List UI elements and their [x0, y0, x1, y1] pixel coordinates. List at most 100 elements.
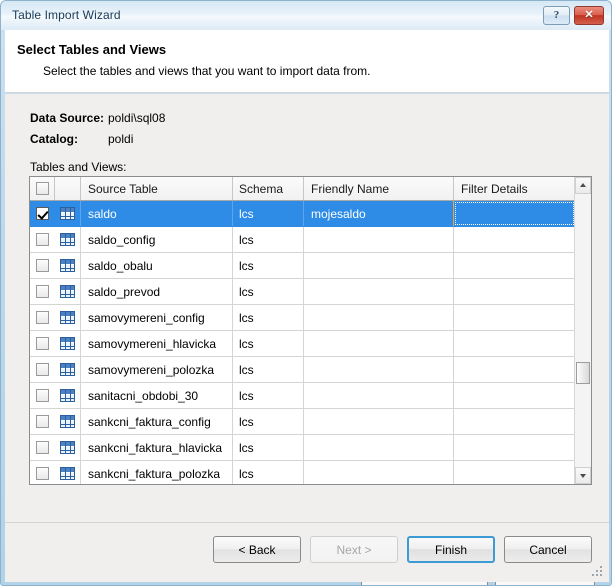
row-checkbox-cell[interactable]	[30, 253, 55, 278]
schema-cell[interactable]: lcs	[233, 409, 304, 434]
finish-button[interactable]: Finish	[407, 536, 495, 563]
friendly-name-cell[interactable]: mojesaldo	[304, 201, 454, 226]
source-table-cell[interactable]: saldo_obalu	[81, 253, 233, 278]
friendly-name-cell[interactable]	[304, 331, 454, 356]
source-table-cell[interactable]: saldo_prevod	[81, 279, 233, 304]
source-table-cell[interactable]: sankcni_faktura_polozka	[81, 461, 233, 484]
filter-details-cell[interactable]	[454, 409, 575, 434]
table-row[interactable]: saldo_obalu lcs	[30, 253, 575, 279]
row-checkbox[interactable]	[36, 363, 49, 376]
friendly-name-cell[interactable]	[304, 227, 454, 252]
resize-grip[interactable]	[592, 566, 604, 578]
source-table-cell[interactable]: sankcni_faktura_config	[81, 409, 233, 434]
row-checkbox[interactable]	[36, 311, 49, 324]
select-all-checkbox[interactable]	[35, 182, 49, 195]
friendly-name-cell[interactable]	[304, 383, 454, 408]
source-table-cell[interactable]: samovymereni_polozka	[81, 357, 233, 382]
catalog-value: poldi	[108, 132, 134, 146]
schema-cell[interactable]: lcs	[233, 279, 304, 304]
table-row[interactable]: sankcni_faktura_hlavicka lcs	[30, 435, 575, 461]
schema-cell[interactable]: lcs	[233, 461, 304, 484]
row-icon-cell	[55, 227, 81, 252]
friendly-name-cell[interactable]	[304, 461, 454, 484]
table-row[interactable]: samovymereni_polozka lcs	[30, 357, 575, 383]
row-checkbox-cell[interactable]	[30, 409, 55, 434]
table-row[interactable]: saldo_config lcs	[30, 227, 575, 253]
filter-details-cell[interactable]	[454, 435, 575, 460]
friendly-name-cell[interactable]	[304, 357, 454, 382]
row-checkbox[interactable]	[36, 337, 49, 350]
select-all-checkbox-cell[interactable]	[30, 177, 55, 200]
filter-details-cell[interactable]	[454, 383, 575, 408]
row-icon-cell	[55, 253, 81, 278]
column-header-friendly-name[interactable]: Friendly Name	[304, 177, 454, 200]
source-table-cell[interactable]: saldo_config	[81, 227, 233, 252]
filter-details-cell[interactable]	[454, 253, 575, 278]
title-bar[interactable]: Table Import Wizard ? ✕	[1, 1, 611, 30]
row-checkbox[interactable]	[36, 233, 49, 246]
table-row[interactable]: saldo_prevod lcs	[30, 279, 575, 305]
friendly-name-cell[interactable]	[304, 435, 454, 460]
source-table-cell[interactable]: sanitacni_obdobi_30	[81, 383, 233, 408]
friendly-name-cell[interactable]	[304, 279, 454, 304]
filter-details-cell[interactable]	[454, 227, 575, 252]
table-icon	[60, 389, 75, 402]
row-checkbox[interactable]	[36, 285, 49, 298]
schema-cell[interactable]: lcs	[233, 227, 304, 252]
row-checkbox-cell[interactable]	[30, 227, 55, 252]
filter-details-cell[interactable]	[454, 201, 575, 226]
scroll-up-arrow-icon[interactable]	[575, 177, 591, 194]
row-checkbox-cell[interactable]	[30, 435, 55, 460]
friendly-name-cell[interactable]	[304, 409, 454, 434]
row-checkbox[interactable]	[36, 441, 49, 454]
row-checkbox[interactable]	[36, 207, 49, 220]
row-checkbox-cell[interactable]	[30, 331, 55, 356]
column-header-schema[interactable]: Schema	[233, 177, 304, 200]
source-table-cell[interactable]: samovymereni_config	[81, 305, 233, 330]
row-checkbox[interactable]	[36, 389, 49, 402]
tables-and-views-grid[interactable]: Source Table Schema Friendly Name Filter…	[29, 176, 592, 485]
schema-cell[interactable]: lcs	[233, 201, 304, 226]
window-title: Table Import Wizard	[12, 8, 121, 22]
source-table-cell[interactable]: sankcni_faktura_hlavicka	[81, 435, 233, 460]
scrollbar-thumb[interactable]	[576, 362, 590, 384]
friendly-name-cell[interactable]	[304, 253, 454, 278]
column-header-filter-details[interactable]: Filter Details	[454, 177, 575, 200]
row-checkbox[interactable]	[36, 415, 49, 428]
row-checkbox[interactable]	[36, 467, 49, 480]
table-row[interactable]: samovymereni_hlavicka lcs	[30, 331, 575, 357]
filter-details-cell[interactable]	[454, 279, 575, 304]
source-table-cell[interactable]: samovymereni_hlavicka	[81, 331, 233, 356]
friendly-name-cell[interactable]	[304, 305, 454, 330]
schema-cell[interactable]: lcs	[233, 435, 304, 460]
table-row[interactable]: sankcni_faktura_polozka lcs	[30, 461, 575, 484]
table-row[interactable]: saldo lcs mojesaldo	[30, 201, 575, 227]
row-checkbox-cell[interactable]	[30, 461, 55, 484]
row-checkbox[interactable]	[36, 259, 49, 272]
grid-vertical-scrollbar[interactable]	[574, 177, 591, 484]
schema-cell[interactable]: lcs	[233, 305, 304, 330]
row-checkbox-cell[interactable]	[30, 201, 55, 226]
help-button[interactable]: ?	[543, 6, 570, 25]
row-checkbox-cell[interactable]	[30, 279, 55, 304]
schema-cell[interactable]: lcs	[233, 357, 304, 382]
column-header-source-table[interactable]: Source Table	[81, 177, 233, 200]
schema-cell[interactable]: lcs	[233, 331, 304, 356]
row-checkbox-cell[interactable]	[30, 357, 55, 382]
close-icon[interactable]: ✕	[574, 6, 604, 25]
filter-details-cell[interactable]	[454, 357, 575, 382]
row-checkbox-cell[interactable]	[30, 305, 55, 330]
filter-details-cell[interactable]	[454, 461, 575, 484]
filter-details-cell[interactable]	[454, 305, 575, 330]
filter-details-cell[interactable]	[454, 331, 575, 356]
back-button[interactable]: < Back	[213, 536, 301, 563]
row-checkbox-cell[interactable]	[30, 383, 55, 408]
scroll-down-arrow-icon[interactable]	[575, 467, 591, 484]
table-row[interactable]: sanitacni_obdobi_30 lcs	[30, 383, 575, 409]
table-row[interactable]: samovymereni_config lcs	[30, 305, 575, 331]
table-row[interactable]: sankcni_faktura_config lcs	[30, 409, 575, 435]
schema-cell[interactable]: lcs	[233, 253, 304, 278]
cancel-button[interactable]: Cancel	[504, 536, 592, 563]
source-table-cell[interactable]: saldo	[81, 201, 233, 226]
schema-cell[interactable]: lcs	[233, 383, 304, 408]
